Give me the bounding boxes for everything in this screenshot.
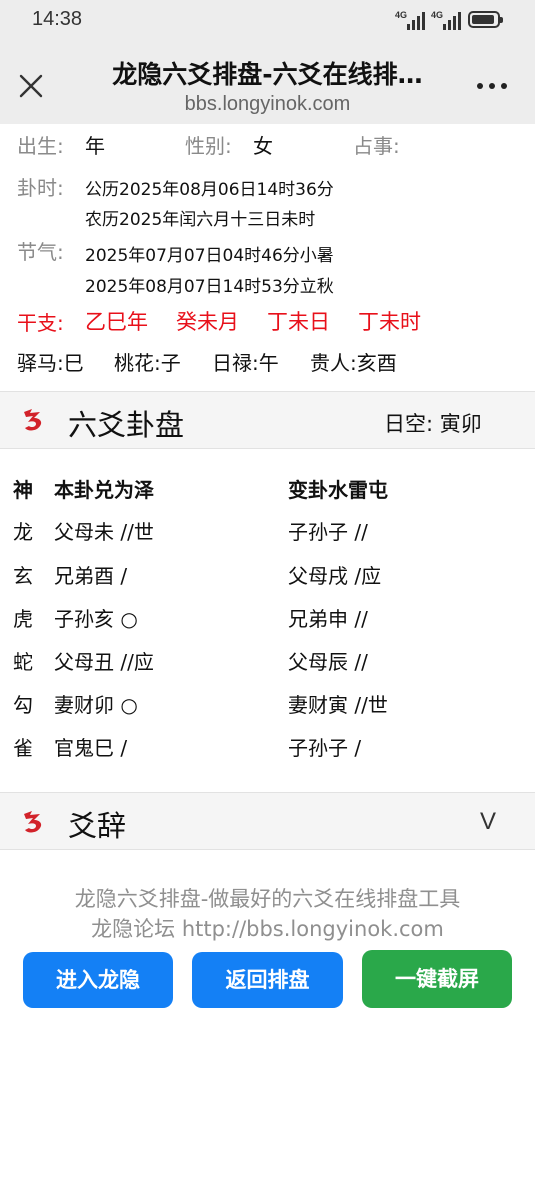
hexagram-row-god: 雀: [13, 736, 33, 760]
close-icon[interactable]: [17, 72, 45, 100]
network-type-label: 4G: [395, 10, 408, 20]
status-time: 14:38: [32, 8, 83, 30]
hexagram-row-main: 兄弟酉 /: [54, 564, 128, 588]
jieqi-2: 2025年08月07日14时53分立秋: [85, 277, 334, 297]
jieqi-1: 2025年07月07日04时46分小暑: [85, 246, 334, 266]
hexagram-row-main: 官鬼巳 /: [54, 736, 128, 760]
ganzhi-hour: 丁未时: [358, 310, 421, 334]
day-void: 日空: 寅卯: [384, 412, 482, 436]
ganzhi-label: 干支:: [17, 311, 64, 335]
page-url: bbs.longyinok.com: [184, 93, 351, 115]
birth-label: 出生:: [17, 134, 64, 158]
screenshot-button[interactable]: 一键截屏: [362, 950, 512, 1008]
shensha-rilu: 日禄:午: [212, 351, 279, 375]
hexagram-row-god: 勾: [13, 693, 33, 717]
hexagram-row-changed: 兄弟申 //: [288, 607, 368, 631]
hexagram-row-changed: 妻财寅 //世: [288, 693, 388, 717]
dragon-logo-icon: [24, 811, 42, 833]
chevron-down-icon[interactable]: V: [480, 808, 496, 836]
enter-longyin-button[interactable]: 进入龙隐: [23, 952, 173, 1008]
gender-label: 性别:: [185, 134, 232, 158]
birth-row: 出生: 年 性别: 女 占事:: [0, 128, 535, 160]
time-label: 卦时:: [17, 176, 64, 200]
ganzhi-day: 丁未日: [267, 310, 330, 334]
hexagram-header-changed: 变卦水雷屯: [288, 478, 388, 502]
ganzhi-year: 乙巳年: [85, 310, 148, 334]
gender-value: 女: [253, 134, 273, 158]
hexagram-row-main: 父母丑 //应: [54, 650, 154, 674]
hexagram-row-changed: 父母辰 //: [288, 650, 368, 674]
hexagram-row-god: 蛇: [13, 650, 33, 674]
more-options-icon[interactable]: [474, 74, 510, 98]
shensha-guiren: 贵人:亥酉: [310, 351, 397, 375]
time-lunar: 农历2025年闰六月十三日未时: [85, 210, 316, 230]
shensha-yima: 驿马:巳: [17, 351, 84, 375]
time-solar: 公历2025年08月06日14时36分: [85, 180, 334, 200]
matter-label: 占事:: [353, 134, 400, 158]
hexagram-header-god: 神: [13, 478, 33, 502]
hexagram-row-god: 虎: [13, 607, 33, 631]
yaoci-section-header[interactable]: 爻辞 V: [0, 792, 535, 850]
jieqi-label: 节气:: [17, 240, 64, 264]
hexagram-row-changed: 子孙子 //: [288, 520, 368, 544]
page-title: 龙隐六爻排盘-六爻在线排…: [112, 60, 423, 89]
hexagram-row-main: 子孙亥 ○: [54, 607, 138, 631]
hexagram-section-header: 六爻卦盘 日空: 寅卯: [0, 391, 535, 449]
yaoci-section-title: 爻辞: [68, 809, 127, 843]
birth-value: 年: [85, 134, 105, 158]
back-to-chart-button[interactable]: 返回排盘: [192, 952, 343, 1008]
footer-slogan: 龙隐六爻排盘-做最好的六爻在线排盘工具: [74, 887, 461, 911]
hexagram-section-title: 六爻卦盘: [68, 408, 185, 442]
signal-icon-2: 4G: [431, 10, 463, 30]
shensha-taohua: 桃花:子: [114, 351, 181, 375]
footer-forum-link[interactable]: 龙隐论坛 http://bbs.longyinok.com: [0, 913, 535, 943]
ganzhi-month: 癸未月: [176, 310, 239, 334]
hexagram-row-changed: 子孙子 /: [288, 736, 362, 760]
hexagram-row-god: 龙: [13, 520, 33, 544]
battery-icon: [468, 11, 503, 28]
hexagram-header-main: 本卦兑为泽: [54, 478, 154, 502]
hexagram-row-main: 妻财卯 ○: [54, 693, 138, 717]
signal-icon: 4G: [395, 10, 427, 30]
status-bar: 14:38 4G 4G: [0, 0, 535, 40]
hexagram-row-changed: 父母戌 /应: [288, 564, 382, 588]
hexagram-row-main: 父母未 //世: [54, 520, 154, 544]
network-type-label-2: 4G: [431, 10, 444, 20]
hexagram-row-god: 玄: [13, 564, 33, 588]
dragon-logo-icon: [24, 409, 42, 431]
